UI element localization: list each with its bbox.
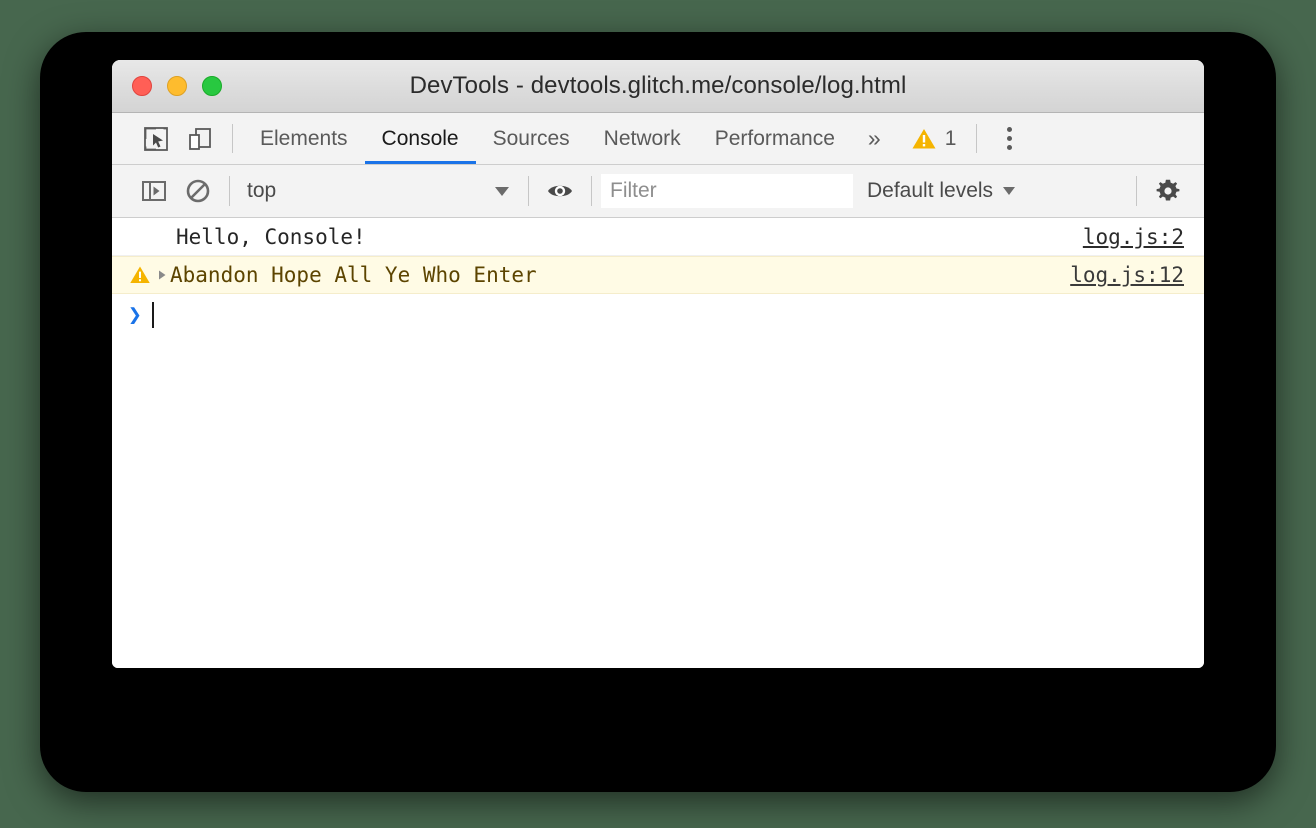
warning-triangle-icon: [912, 128, 936, 148]
tab-label: Sources: [492, 126, 570, 150]
title-bar: DevTools - devtools.glitch.me/console/lo…: [112, 60, 1204, 113]
kebab-dot: [1006, 145, 1012, 150]
minimize-button[interactable]: [167, 76, 187, 96]
tab-label: Network: [603, 126, 681, 150]
tab-performance[interactable]: Performance: [698, 113, 852, 164]
message-level-gutter: [126, 264, 154, 286]
tab-console[interactable]: Console: [364, 113, 476, 164]
console-message-warning[interactable]: Abandon Hope All Ye Who Enter log.js:12: [112, 256, 1204, 294]
inspect-element-icon[interactable]: [134, 113, 178, 164]
toolbar-divider: [1136, 176, 1137, 206]
execution-context-selector[interactable]: top: [239, 174, 519, 208]
console-message-source-link[interactable]: log.js:12: [1070, 263, 1190, 287]
clear-console-icon[interactable]: [176, 165, 220, 218]
prompt-chevron-icon: ❯: [128, 302, 142, 328]
console-message-text: Hello, Console!: [176, 224, 366, 249]
kebab-dot: [1006, 127, 1012, 132]
console-message-log[interactable]: Hello, Console! log.js:2: [112, 218, 1204, 256]
execution-context-value: top: [247, 179, 277, 202]
tab-label: Elements: [260, 126, 348, 150]
log-levels-label: Default levels: [867, 179, 994, 202]
chevron-down-icon: [1003, 187, 1016, 195]
panel-tab-bar: Elements Console Sources Network Perform…: [112, 113, 1204, 165]
chevron-down-icon: [495, 186, 509, 196]
log-levels-selector[interactable]: Default levels: [853, 174, 1027, 208]
toolbar-divider: [528, 176, 529, 206]
toolbar-divider: [232, 124, 233, 153]
tab-label: Console: [381, 126, 459, 150]
eye-icon[interactable]: [538, 165, 582, 218]
prompt-text-caret: [152, 302, 154, 328]
console-message-list[interactable]: Hello, Console! log.js:2 Abandon Hope Al…: [112, 218, 1204, 668]
close-button[interactable]: [132, 76, 152, 96]
devtools-window: DevTools - devtools.glitch.me/console/lo…: [112, 60, 1204, 668]
tab-label: Performance: [714, 126, 835, 150]
device-toolbar-icon[interactable]: [178, 113, 222, 164]
more-options-icon[interactable]: [987, 113, 1031, 164]
more-tabs-icon[interactable]: »: [852, 113, 897, 164]
toolbar-divider: [591, 176, 592, 206]
toolbar-divider-right: [976, 124, 978, 153]
toolbar-divider: [229, 176, 230, 206]
window-controls: [132, 76, 222, 96]
tab-network[interactable]: Network: [587, 113, 698, 164]
console-sidebar-icon[interactable]: [132, 165, 176, 218]
console-toolbar: top Default levels: [112, 165, 1204, 218]
filter-input[interactable]: [601, 174, 853, 208]
console-message-text: Abandon Hope All Ye Who Enter: [170, 263, 537, 287]
maximize-button[interactable]: [202, 76, 222, 96]
warning-counter[interactable]: 1: [897, 113, 967, 164]
warning-triangle-icon: [130, 266, 150, 284]
window-title: DevTools - devtools.glitch.me/console/lo…: [409, 72, 907, 99]
message-expand-triangle-icon[interactable]: [154, 269, 170, 281]
warning-count-label: 1: [944, 126, 957, 150]
console-message-source-link[interactable]: log.js:2: [1083, 225, 1190, 249]
gear-icon[interactable]: [1146, 165, 1190, 218]
kebab-dot: [1006, 136, 1012, 141]
tab-sources[interactable]: Sources: [476, 113, 587, 164]
console-prompt-row[interactable]: ❯: [112, 294, 1204, 336]
tab-elements[interactable]: Elements: [243, 113, 365, 164]
